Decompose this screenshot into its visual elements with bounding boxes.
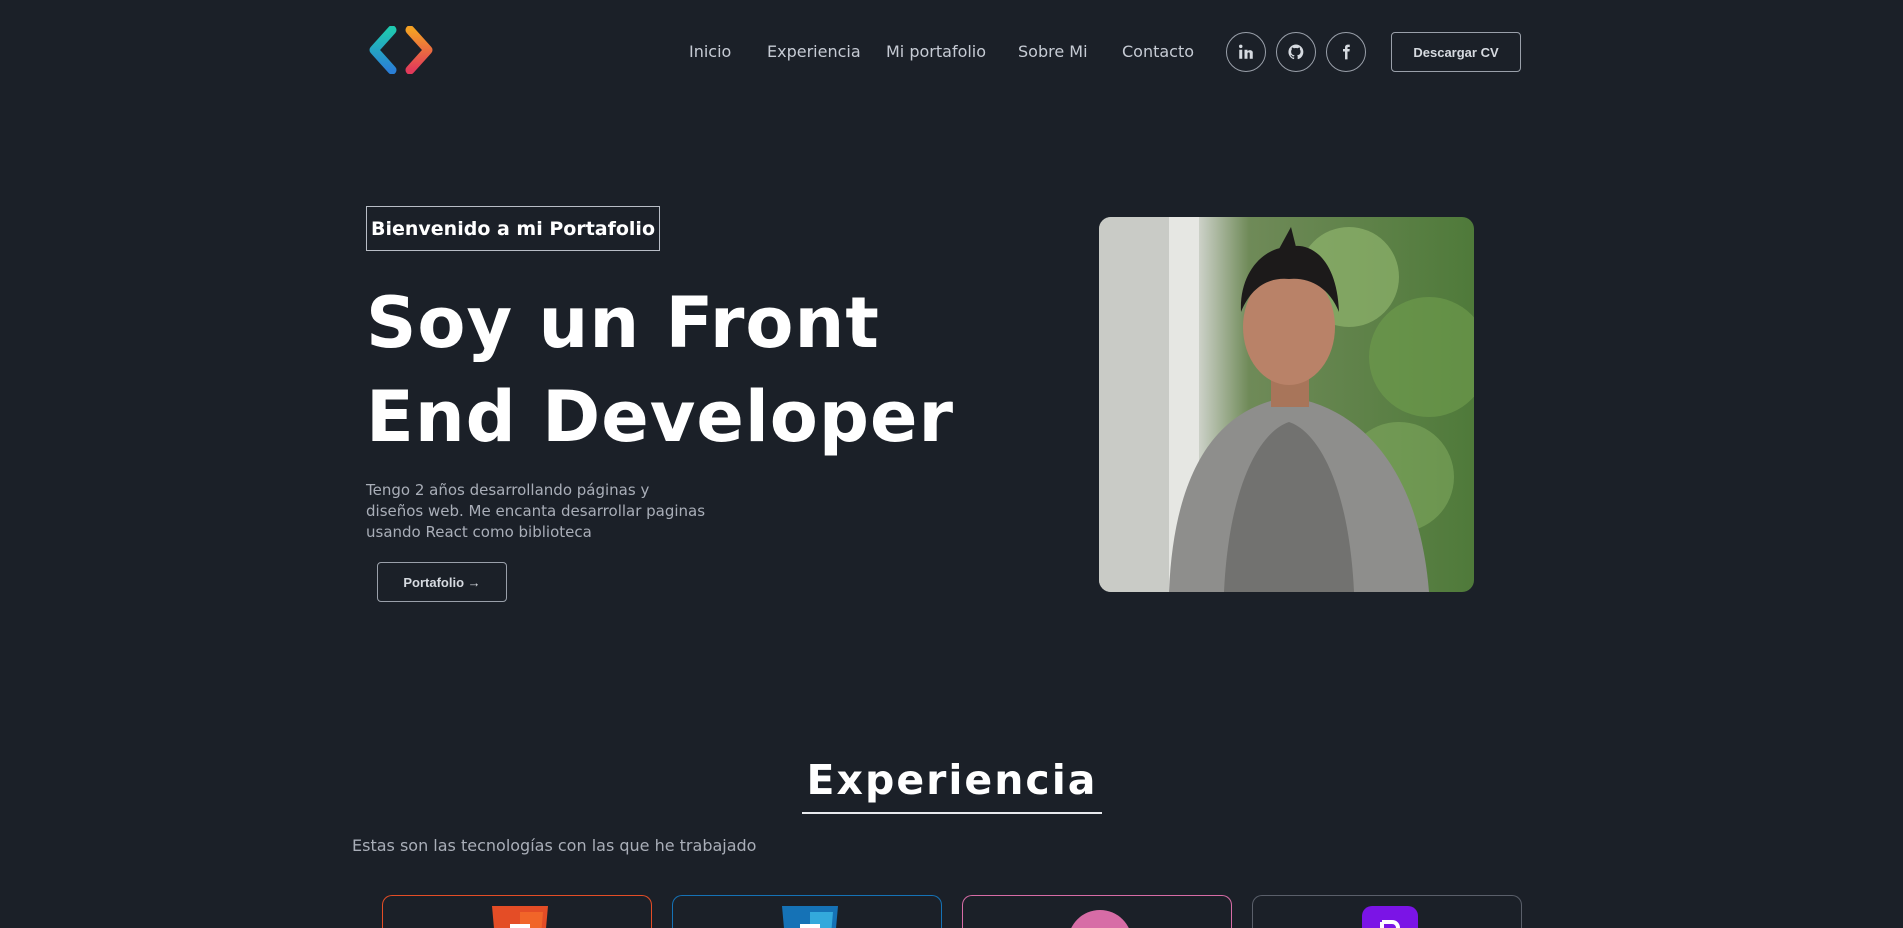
experience-subtitle: Estas son las tecnologías con las que he… <box>352 836 757 855</box>
redux-saga-icon <box>1071 910 1129 928</box>
linkedin-icon <box>1239 44 1253 59</box>
tech-card-html[interactable] <box>382 895 652 928</box>
css3-icon <box>782 906 838 928</box>
facebook-button[interactable] <box>1326 32 1366 72</box>
profile-photo <box>1099 217 1474 592</box>
nav-experiencia[interactable]: Experiencia <box>767 42 861 61</box>
bootstrap-icon <box>1362 906 1418 928</box>
html5-icon <box>492 906 548 928</box>
tech-card-redux-saga[interactable] <box>962 895 1232 928</box>
facebook-icon <box>1343 44 1350 60</box>
hero-description: Tengo 2 años desarrollando páginas y dis… <box>366 481 706 541</box>
experience-title: Experiencia <box>806 756 1098 804</box>
nav-inicio[interactable]: Inicio <box>689 42 731 61</box>
code-brackets-logo[interactable] <box>368 26 436 74</box>
github-icon <box>1288 44 1304 60</box>
portfolio-button[interactable]: Portafolio → <box>377 562 507 602</box>
nav-contacto[interactable]: Contacto <box>1122 42 1194 61</box>
portfolio-page: Inicio Experiencia Mi portafolio Sobre M… <box>0 0 1903 928</box>
hero-title: Soy un Front End Developer <box>366 282 955 458</box>
download-cv-button[interactable]: Descargar CV <box>1391 32 1521 72</box>
tech-card-css[interactable] <box>672 895 942 928</box>
nav-sobre-mi[interactable]: Sobre Mi <box>1018 42 1088 61</box>
experience-underline <box>802 812 1102 814</box>
linkedin-button[interactable] <box>1226 32 1266 72</box>
github-button[interactable] <box>1276 32 1316 72</box>
tech-card-bootstrap[interactable] <box>1252 895 1522 928</box>
welcome-badge: Bienvenido a mi Portafolio <box>366 206 660 251</box>
nav-mi-portafolio[interactable]: Mi portafolio <box>886 42 986 61</box>
